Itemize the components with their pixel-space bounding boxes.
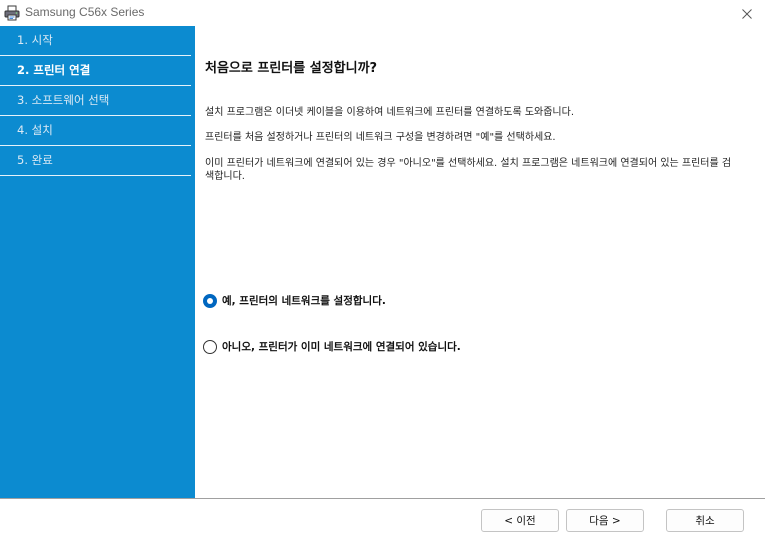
close-button[interactable] [729,0,765,26]
option-label: 예, 프린터의 네트워크를 설정합니다. [222,295,386,307]
wizard-content: 처음으로 프린터를 설정합니까? 설치 프로그램은 이더넷 케이블을 이용하여 … [195,26,765,498]
wizard-footer: < 이전 다음 > 취소 [0,499,765,537]
step-label: 3. 소프트웨어 선택 [17,93,110,107]
option-no-already-connected[interactable]: 아니오, 프린터가 이미 네트워크에 연결되어 있습니다. [203,339,461,354]
printer-icon [4,5,20,21]
description-paragraph-2: 프린터를 처음 설정하거나 프린터의 네트워크 구성을 변경하려면 "예"를 선… [205,132,556,143]
window-title: Samsung C56x Series [25,5,145,19]
option-label: 아니오, 프린터가 이미 네트워크에 연결되어 있습니다. [222,341,461,353]
cancel-button[interactable]: 취소 [666,509,744,532]
step-label: 5. 완료 [17,153,53,167]
wizard-steps-sidebar: 1. 시작 2. 프린터 연결 3. 소프트웨어 선택 4. 설치 5. 완료 [0,26,195,498]
step-finish: 5. 완료 [0,146,191,176]
step-software-selection: 3. 소프트웨어 선택 [0,86,191,116]
step-start: 1. 시작 [0,26,191,56]
step-install: 4. 설치 [0,116,191,146]
description-paragraph-3: 이미 프린터가 네트워크에 연결되어 있는 경우 "아니오"를 선택하세요. 설… [205,158,732,182]
radio-unchecked-icon[interactable] [203,339,217,354]
option-yes-setup-network[interactable]: 예, 프린터의 네트워크를 설정합니다. [203,293,386,308]
radio-checked-icon[interactable] [203,293,217,308]
description-paragraph-1: 설치 프로그램은 이더넷 케이블을 이용하여 네트워크에 프린터를 연결하도록 … [205,107,575,118]
title-bar: Samsung C56x Series [0,0,765,26]
next-button[interactable]: 다음 > [566,509,644,532]
step-label: 2. 프린터 연결 [17,63,91,77]
page-title: 처음으로 프린터를 설정합니까? [205,61,378,76]
back-button[interactable]: < 이전 [481,509,559,532]
step-label: 1. 시작 [17,33,53,47]
step-label: 4. 설치 [17,123,53,137]
close-icon [742,4,752,23]
step-printer-connection: 2. 프린터 연결 [0,56,191,86]
